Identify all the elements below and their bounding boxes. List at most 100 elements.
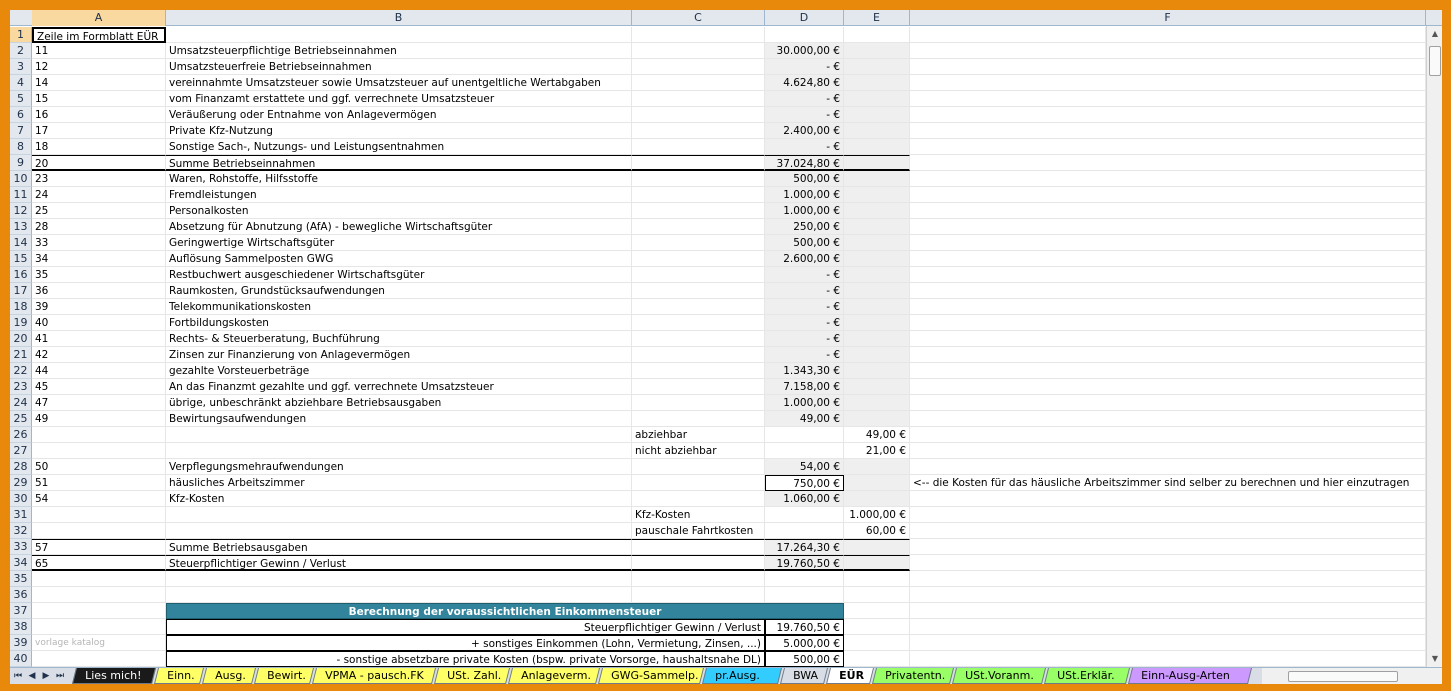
cell-e6[interactable] [844,107,910,123]
cell-f3[interactable] [910,59,1426,75]
cell-e20[interactable] [844,331,910,347]
cell-c25[interactable] [632,411,765,427]
cell-e4[interactable] [844,75,910,91]
cell-e19[interactable] [844,315,910,331]
sheet-tab[interactable]: Ausg. [202,668,256,684]
cell-d28[interactable]: 54,00 € [765,459,844,475]
cell-f9[interactable] [910,155,1426,171]
cell-d19[interactable]: - € [765,315,844,331]
sheet-tab[interactable]: VPMA - pausch.FK [312,668,436,684]
cell-c6[interactable] [632,107,765,123]
cell-a29[interactable]: 51 [32,475,166,491]
cell-c36[interactable] [632,587,765,603]
cell-b33[interactable]: Summe Betriebsausgaben [166,539,632,555]
cell-f18[interactable] [910,299,1426,315]
cell-b12[interactable]: Personalkosten [166,203,632,219]
cell-e3[interactable] [844,59,910,75]
cell-c19[interactable] [632,315,765,331]
cell-e15[interactable] [844,251,910,267]
cell-f4[interactable] [910,75,1426,91]
cell-f39[interactable] [910,635,1426,651]
cell-f26[interactable] [910,427,1426,443]
cell-b15[interactable]: Auflösung Sammelposten GWG [166,251,632,267]
cell-b4[interactable]: vereinnahmte Umsatzsteuer sowie Umsatzst… [166,75,632,91]
scroll-down-icon[interactable]: ▼ [1429,653,1441,665]
cell-f32[interactable] [910,523,1426,539]
row-header[interactable]: 33 [10,539,32,555]
cell-a5[interactable]: 15 [32,91,166,107]
cell-b21[interactable]: Zinsen zur Finanzierung von Anlagevermög… [166,347,632,363]
cell-d36[interactable] [765,587,844,603]
cell-c10[interactable] [632,171,765,187]
cell-d25[interactable]: 49,00 € [765,411,844,427]
row-header[interactable]: 30 [10,491,32,507]
cell-d22[interactable]: 1.343,30 € [765,363,844,379]
cell-a28[interactable]: 50 [32,459,166,475]
cell-d6[interactable]: - € [765,107,844,123]
cell-c30[interactable] [632,491,765,507]
cell-b7[interactable]: Private Kfz-Nutzung [166,123,632,139]
cell-f34[interactable] [910,555,1426,571]
row-header[interactable]: 20 [10,331,32,347]
cell-b22[interactable]: gezahlte Vorsteuerbeträge [166,363,632,379]
column-header-d[interactable]: D [765,10,844,26]
cell-a37[interactable] [32,603,166,619]
cell-a40[interactable] [32,651,166,667]
row-header[interactable]: 27 [10,443,32,459]
cell-a33[interactable]: 57 [32,539,166,555]
cell-a25[interactable]: 49 [32,411,166,427]
cell-f27[interactable] [910,443,1426,459]
cell-c26[interactable]: abziehbar [632,427,765,443]
cell-a32[interactable] [32,523,166,539]
cell-c8[interactable] [632,139,765,155]
cell-a34[interactable]: 65 [32,555,166,571]
cell-f12[interactable] [910,203,1426,219]
cell-b16[interactable]: Restbuchwert ausgeschiedener Wirtschafts… [166,267,632,283]
cell-b13[interactable]: Absetzung für Abnutzung (AfA) - beweglic… [166,219,632,235]
cell-e32[interactable]: 60,00 € [844,523,910,539]
row-header[interactable]: 24 [10,395,32,411]
cell-b31[interactable] [166,507,632,523]
cell-e13[interactable] [844,219,910,235]
sheet-tab[interactable]: pr.Ausg. [702,668,782,684]
cell-a36[interactable] [32,587,166,603]
cell-a21[interactable]: 42 [32,347,166,363]
cell-a9[interactable]: 20 [32,155,166,171]
cell-f31[interactable] [910,507,1426,523]
cell-c29[interactable] [632,475,765,491]
cell-f28[interactable] [910,459,1426,475]
cell-b14[interactable]: Geringwertige Wirtschaftsgüter [166,235,632,251]
row-header[interactable]: 3 [10,59,32,75]
row-header[interactable]: 11 [10,187,32,203]
cell-c3[interactable] [632,59,765,75]
row-header[interactable]: 29 [10,475,32,491]
row-header[interactable]: 8 [10,139,32,155]
row-header[interactable]: 28 [10,459,32,475]
cell-e2[interactable] [844,43,910,59]
cell-a4[interactable]: 14 [32,75,166,91]
row-header[interactable]: 19 [10,315,32,331]
sheet-tab[interactable]: Anlageverm. [508,668,600,684]
sheet-tab[interactable]: EÜR [826,668,874,684]
column-header-e[interactable]: E [844,10,910,26]
cell-d5[interactable]: - € [765,91,844,107]
cell-b40[interactable]: - sonstige absetzbare private Kosten (bs… [166,651,765,667]
cell-a3[interactable]: 12 [32,59,166,75]
cell-b10[interactable]: Waren, Rohstoffe, Hilfsstoffe [166,171,632,187]
cell-b27[interactable] [166,443,632,459]
cell-b24[interactable]: übrige, unbeschränkt abziehbare Betriebs… [166,395,632,411]
sheet-tab[interactable]: Lies mich! [72,668,156,684]
cell-d30[interactable]: 1.060,00 € [765,491,844,507]
cell-a24[interactable]: 47 [32,395,166,411]
cell-e38[interactable] [844,619,910,635]
sheet-tab[interactable]: Einn. [154,668,204,684]
row-header[interactable]: 5 [10,91,32,107]
cell-f21[interactable] [910,347,1426,363]
row-header[interactable]: 37 [10,603,32,619]
cell-a11[interactable]: 24 [32,187,166,203]
cell-c5[interactable] [632,91,765,107]
row-header[interactable]: 6 [10,107,32,123]
cell-c7[interactable] [632,123,765,139]
row-header[interactable]: 39 [10,635,32,651]
cell-f11[interactable] [910,187,1426,203]
